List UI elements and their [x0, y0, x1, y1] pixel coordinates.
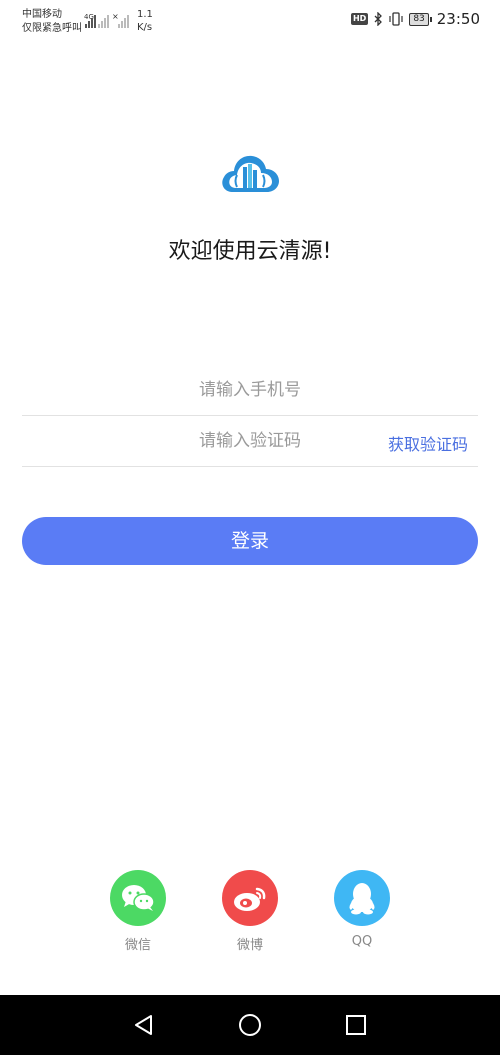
code-row: 获取验证码 [22, 416, 478, 467]
wechat-icon [122, 885, 155, 911]
weibo-icon-circle[interactable] [222, 870, 278, 926]
qq-icon-circle[interactable] [334, 870, 390, 926]
weibo-label: 微博 [236, 938, 263, 953]
home-circle-icon[interactable] [238, 1013, 262, 1037]
phone-row [22, 365, 478, 416]
login-button[interactable]: 登录 [22, 517, 478, 565]
carrier-name: 中国移动 [22, 9, 62, 20]
wechat-login[interactable]: 微信 [110, 870, 166, 953]
bluetooth-icon [374, 12, 383, 26]
cloud-city-logo-icon [222, 155, 279, 192]
svg-text:×: × [112, 12, 119, 21]
qq-label: QQ [351, 934, 373, 949]
battery-icon: 83 [409, 12, 432, 26]
network-speed: 1.1 K/s [137, 8, 153, 34]
status-icons: HD 83 23:50 [350, 10, 480, 28]
hd-badge: HD [350, 13, 369, 25]
weibo-icon [234, 887, 266, 911]
navigation-bar [0, 995, 500, 1055]
wechat-icon-circle[interactable] [110, 870, 166, 926]
back-triangle-icon[interactable] [132, 1013, 156, 1037]
weibo-login[interactable]: 微博 [222, 870, 278, 953]
battery-level: 83 [409, 12, 429, 26]
qq-penguin-icon [349, 883, 375, 915]
status-bar: 中国移动 仅限紧急呼叫 4G × 1.1 K/s HD 83 23:50 [0, 0, 500, 40]
carrier-status: 仅限紧急呼叫 [22, 23, 82, 34]
speed-unit: K/s [137, 22, 153, 33]
recent-square-icon[interactable] [344, 1013, 368, 1037]
speed-value: 1.1 [137, 9, 153, 20]
vibrate-icon [389, 12, 403, 26]
carrier-info: 中国移动 仅限紧急呼叫 [22, 8, 82, 36]
phone-input[interactable] [22, 365, 478, 415]
wechat-label: 微信 [124, 938, 151, 953]
status-time: 23:50 [436, 10, 480, 28]
signal-icon: 4G × [84, 12, 129, 28]
qq-login[interactable]: QQ [334, 870, 390, 949]
welcome-title: 欢迎使用云清源! [168, 239, 332, 264]
get-code-button[interactable]: 获取验证码 [388, 431, 468, 455]
